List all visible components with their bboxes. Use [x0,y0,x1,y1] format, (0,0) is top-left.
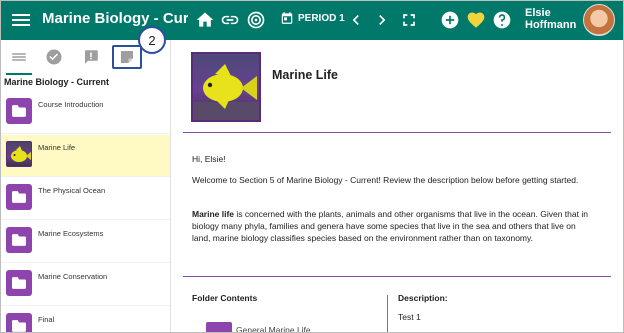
sidebar-item-marine-conservation[interactable]: Marine Conservation [0,264,170,306]
sidebar-item-physical-ocean[interactable]: The Physical Ocean [0,178,170,220]
target-icon[interactable] [246,10,266,30]
folder-icon [6,270,32,296]
folder-contents-heading: Folder Contents [192,293,258,303]
sidebar-section-title: Marine Biology - Current [4,77,110,87]
divider [183,276,611,277]
menu-icon[interactable] [12,11,30,29]
home-icon[interactable] [195,10,215,30]
callout-highlight [112,45,142,69]
sidebar-item-label: Marine Ecosystems [38,229,104,238]
calendar-icon [281,12,293,24]
period-label: PERIOD 1 [298,12,345,24]
alert-icon[interactable] [82,48,100,66]
sidebar-item-label: The Physical Ocean [38,186,106,195]
chevron-left-icon[interactable] [346,10,366,30]
folder-icon [206,322,232,333]
sidebar-item-label: Marine Life [38,143,76,152]
sidebar: Marine Biology - Current Course Introduc… [0,40,171,333]
fish-thumbnail [6,141,32,167]
add-icon[interactable] [440,10,460,30]
course-title: Marine Biology - Curre... [42,10,188,27]
heart-icon[interactable] [466,10,486,30]
body-bold-term: Marine life [192,209,235,219]
description-paragraph: Marine life is concerned with the plants… [192,208,592,244]
fish-image [191,52,261,122]
folder-icon [6,184,32,210]
period-selector[interactable]: PERIOD 1 [280,11,345,25]
chevron-right-icon[interactable] [372,10,392,30]
sidebar-item-course-introduction[interactable]: Course Introduction [0,92,170,134]
folder-icon [6,98,32,124]
body-text: is concerned with the plants, animals an… [192,209,588,243]
help-icon[interactable] [492,10,512,30]
sidebar-item-label: Final [38,315,55,324]
list-icon[interactable] [10,48,28,66]
avatar[interactable] [583,4,615,36]
check-circle-icon[interactable] [45,48,63,66]
main-content: Marine Life Hi, Elsie! Welcome to Sectio… [172,40,624,333]
column-separator [387,295,388,333]
sidebar-item-label: Course Introduction [38,100,104,109]
top-app-bar: Marine Biology - Curre... PERIOD 1 Elsie… [0,0,624,40]
active-tab-indicator [6,73,32,75]
divider [183,132,611,133]
folder-icon [6,313,32,333]
link-icon[interactable] [220,10,240,30]
description-value: Test 1 [398,312,421,322]
description-heading: Description: [398,293,448,303]
page-title: Marine Life [272,68,338,82]
user-name[interactable]: Elsie Hoffmann [525,7,583,31]
folder-icon [6,227,32,253]
fullscreen-icon[interactable] [399,10,419,30]
welcome-text: Welcome to Section 5 of Marine Biology -… [192,175,579,185]
sidebar-item-label: Marine Conservation [38,272,108,281]
sidebar-item-marine-ecosystems[interactable]: Marine Ecosystems [0,221,170,263]
sidebar-item-final[interactable]: Final [0,307,170,333]
sidebar-item-marine-life[interactable]: Marine Life [0,135,170,177]
greeting-text: Hi, Elsie! [192,154,226,164]
callout-number: 2 [138,26,166,54]
folder-content-item[interactable]: General Marine Life [236,325,311,333]
